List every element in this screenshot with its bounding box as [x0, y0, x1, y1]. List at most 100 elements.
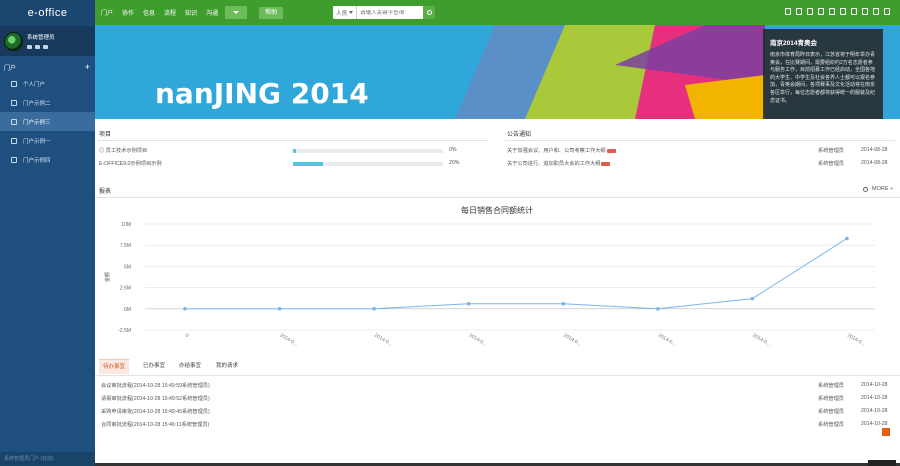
portal-icon — [11, 80, 17, 87]
task-item-title[interactable]: 请假审批流程(2014-10-28 15:49:52系统管理员) — [101, 395, 210, 402]
banner-description: 南京市体育局昨日表示，江苏省将于明年举办青奥会，在比赛期间，需要组织约2万名志愿… — [770, 52, 876, 104]
divider — [95, 375, 900, 376]
chart-title: 每日销售合同额统计 — [461, 205, 533, 215]
search-input[interactable] — [357, 9, 424, 16]
project-percent: 20% — [449, 160, 460, 166]
menu-item[interactable]: 信息 — [143, 8, 155, 17]
search-icon[interactable] — [807, 8, 813, 15]
banner-title[interactable]: 南京2014青奥会 — [770, 37, 876, 47]
mail-icon[interactable] — [35, 44, 40, 49]
project-name[interactable]: ◎ 员工技术示例项目 — [99, 147, 147, 154]
cloud-icon[interactable] — [796, 8, 802, 15]
user-icons — [27, 44, 55, 49]
portal-section-header: 门户 + — [0, 60, 95, 74]
external-link-icon[interactable] — [818, 8, 824, 15]
sidebar-item-portal[interactable]: 门户示例一 — [0, 131, 95, 150]
news-item-title[interactable]: 关于加强会议、用户和、公司考察工作大纲 — [507, 147, 616, 154]
tab-task[interactable]: 办结事宜 — [175, 359, 205, 374]
tab-task[interactable]: 我的请求 — [212, 359, 242, 374]
refresh-icon[interactable] — [863, 187, 868, 192]
search-scope-label: 人员 — [336, 10, 348, 17]
y-tick-label: 2.5M — [120, 286, 131, 292]
data-point — [656, 307, 660, 311]
menu-more-dropdown[interactable] — [225, 6, 248, 19]
x-tick-label: 2014-0... — [751, 333, 771, 348]
add-portal-icon[interactable]: + — [85, 62, 90, 72]
portal-icon — [11, 137, 17, 144]
x-tick-label: 2014-0... — [279, 333, 299, 348]
data-point — [466, 301, 471, 306]
project-panel-title: 项目 — [99, 132, 112, 138]
banner-image: nanJING 2014 — [95, 25, 765, 119]
y-tick-label: 0M — [124, 307, 131, 313]
app-logo[interactable]: e-office — [0, 0, 95, 26]
project-progress-fill — [293, 162, 323, 166]
project-name[interactable]: E-OFFICE9.0示例项目示例 — [99, 160, 162, 167]
user-name[interactable]: 系统管理员 — [27, 34, 55, 43]
banner-caption: 南京2014青奥会 南京市体育局昨日表示，江苏省将于明年举办青奥会，在比赛期间，… — [763, 29, 883, 119]
cloud-icon[interactable] — [27, 44, 32, 49]
sidebar-footer: 系统管理员门户 (在线) — [0, 452, 95, 466]
task-author: 系统管理员 — [818, 422, 844, 428]
document-icon[interactable] — [785, 8, 791, 15]
sidebar-item-portal[interactable]: 门户示例四 — [0, 150, 95, 169]
scroll-top-button[interactable] — [882, 428, 890, 436]
x-tick-label: 2014-0... — [846, 333, 866, 348]
menu-item[interactable]: 门户 — [101, 8, 113, 17]
avatar[interactable] — [4, 31, 23, 51]
sidebar-item-label: 门户示例二 — [23, 100, 51, 107]
data-point — [750, 296, 755, 301]
search-scope-select[interactable]: 人员 — [333, 6, 358, 19]
task-author: 系统管理员 — [818, 383, 844, 389]
chart-panel-title: 报表 — [99, 189, 112, 195]
sidebar-item-label: 门户示例三 — [23, 119, 51, 126]
task-date: 2014-10-28 — [861, 408, 888, 414]
task-item-title[interactable]: 会议审批流程(2014-10-28 15:49:59系统管理员) — [101, 382, 210, 389]
data-point — [845, 236, 849, 241]
news-panel-title: 公告通知 — [507, 132, 532, 138]
tab-task[interactable]: 待办事宜 — [99, 359, 130, 374]
news-banner[interactable]: nanJING 2014 南京2014青奥会 南京市体育局昨日表示，江苏省将于明… — [95, 25, 900, 119]
y-tick-label: -2.5M — [118, 328, 131, 334]
news-title-text[interactable]: 关于公司进行、追加职员大会的工作大纲 — [507, 161, 600, 167]
portal-icon — [11, 118, 17, 125]
user-icon[interactable] — [862, 8, 868, 15]
data-point — [183, 307, 187, 311]
task-item-title[interactable]: 合同审批流程(2014-10-28 15:46:11系统管理员) — [101, 421, 209, 428]
search-button[interactable] — [423, 6, 436, 19]
banner-art-text: nanJING 2014 — [155, 77, 369, 110]
calendar-icon[interactable] — [829, 8, 835, 15]
project-progress-bar — [293, 149, 443, 153]
menu-item[interactable]: 沟通 — [206, 8, 218, 17]
sidebar-item-portal[interactable]: 门户示例三 — [0, 112, 95, 131]
location-icon[interactable] — [851, 8, 857, 15]
task-date: 2014-10-28 — [861, 382, 888, 388]
sidebar-item-label: 门户示例四 — [23, 157, 51, 164]
y-tick-label: 10M — [121, 222, 131, 228]
gear-icon[interactable] — [873, 8, 879, 15]
more-link[interactable]: MORE » — [872, 186, 893, 192]
sidebar: e-office 系统管理员 门户 + 个人门户 门户示例二 门户示例三 门户示例一门… — [0, 0, 95, 466]
portal-section-label: 门户 — [4, 65, 17, 72]
task-item-title[interactable]: 采购申请审批(2014-10-28 15:49:45系统管理员) — [101, 408, 210, 415]
sidebar-item-portal[interactable]: 门户示例二 — [0, 93, 95, 112]
y-tick-label: 7.5M — [120, 243, 131, 249]
divider — [505, 140, 895, 141]
search-icon — [426, 10, 432, 15]
phone-icon[interactable] — [43, 44, 48, 49]
clock-icon[interactable] — [840, 8, 846, 15]
project-progress-fill — [293, 149, 296, 153]
menu-item[interactable]: 知识 — [185, 8, 197, 17]
news-title-text[interactable]: 关于加强会议、用户和、公司考察工作大纲 — [507, 148, 606, 154]
menu-item[interactable]: 协作 — [122, 8, 134, 17]
x-tick-label: 0 — [184, 333, 190, 340]
news-item-title[interactable]: 关于公司进行、追加职员大会的工作大纲 — [507, 160, 611, 167]
task-date: 2014-10-28 — [861, 395, 888, 401]
menu-item[interactable]: 流程 — [164, 8, 176, 17]
series-line — [185, 237, 848, 310]
sidebar-item-portal[interactable]: 个人门户 — [0, 74, 95, 93]
tab-task[interactable]: 已办事宜 — [139, 359, 169, 374]
help-button[interactable]: 帮助 — [259, 6, 284, 19]
power-icon[interactable] — [884, 8, 890, 15]
project-percent: 0% — [449, 147, 457, 153]
